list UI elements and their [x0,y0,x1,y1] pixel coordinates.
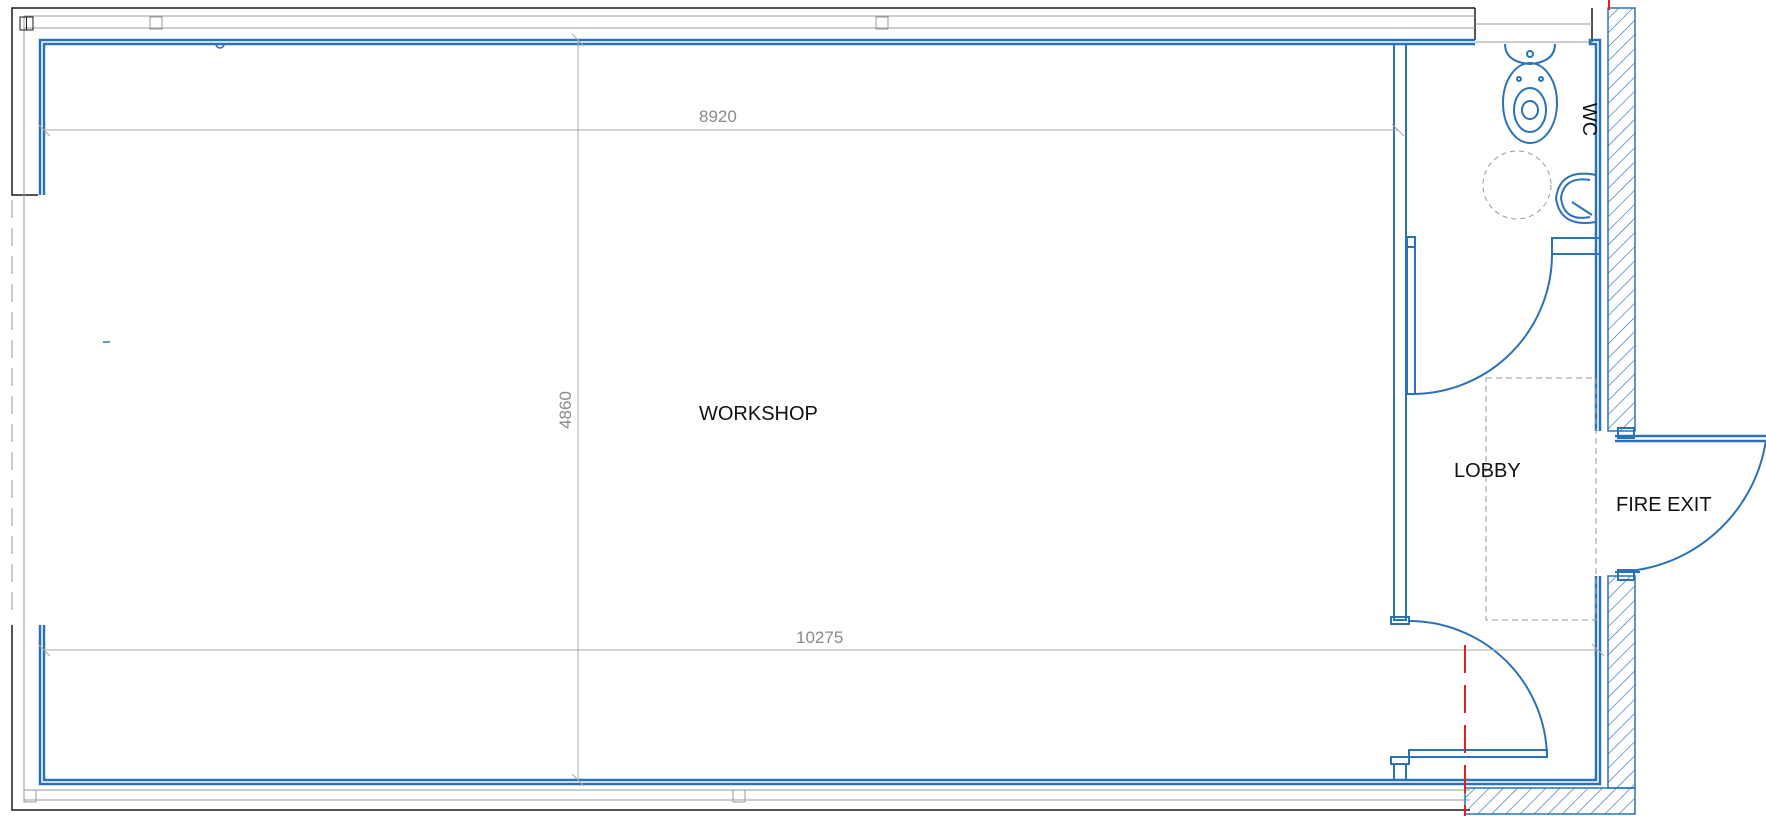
toilet-icon [1502,43,1558,144]
partition-wall [1390,43,1635,781]
basin-icon [1554,172,1597,224]
dimension-label-inner-length: 8920 [699,107,737,126]
floor-plan [11,0,1766,816]
workshop-door [1408,620,1548,758]
lobby-clear-zone [1485,377,1597,621]
room-label-workshop: WORKSHOP [699,403,818,425]
room-label-fire-exit: FIRE EXIT [1616,494,1712,516]
dimension-lines [37,33,1605,787]
dimension-label-overall-length: 10275 [796,628,844,647]
wc-door [1411,253,1553,395]
turning-circle [1482,150,1552,220]
small-marks [103,43,225,343]
interior-walls [38,38,1766,786]
room-label-lobby: LOBBY [1454,460,1521,482]
room-label-wc: WC [1578,102,1601,137]
dimension-label-width: 4860 [555,391,575,429]
